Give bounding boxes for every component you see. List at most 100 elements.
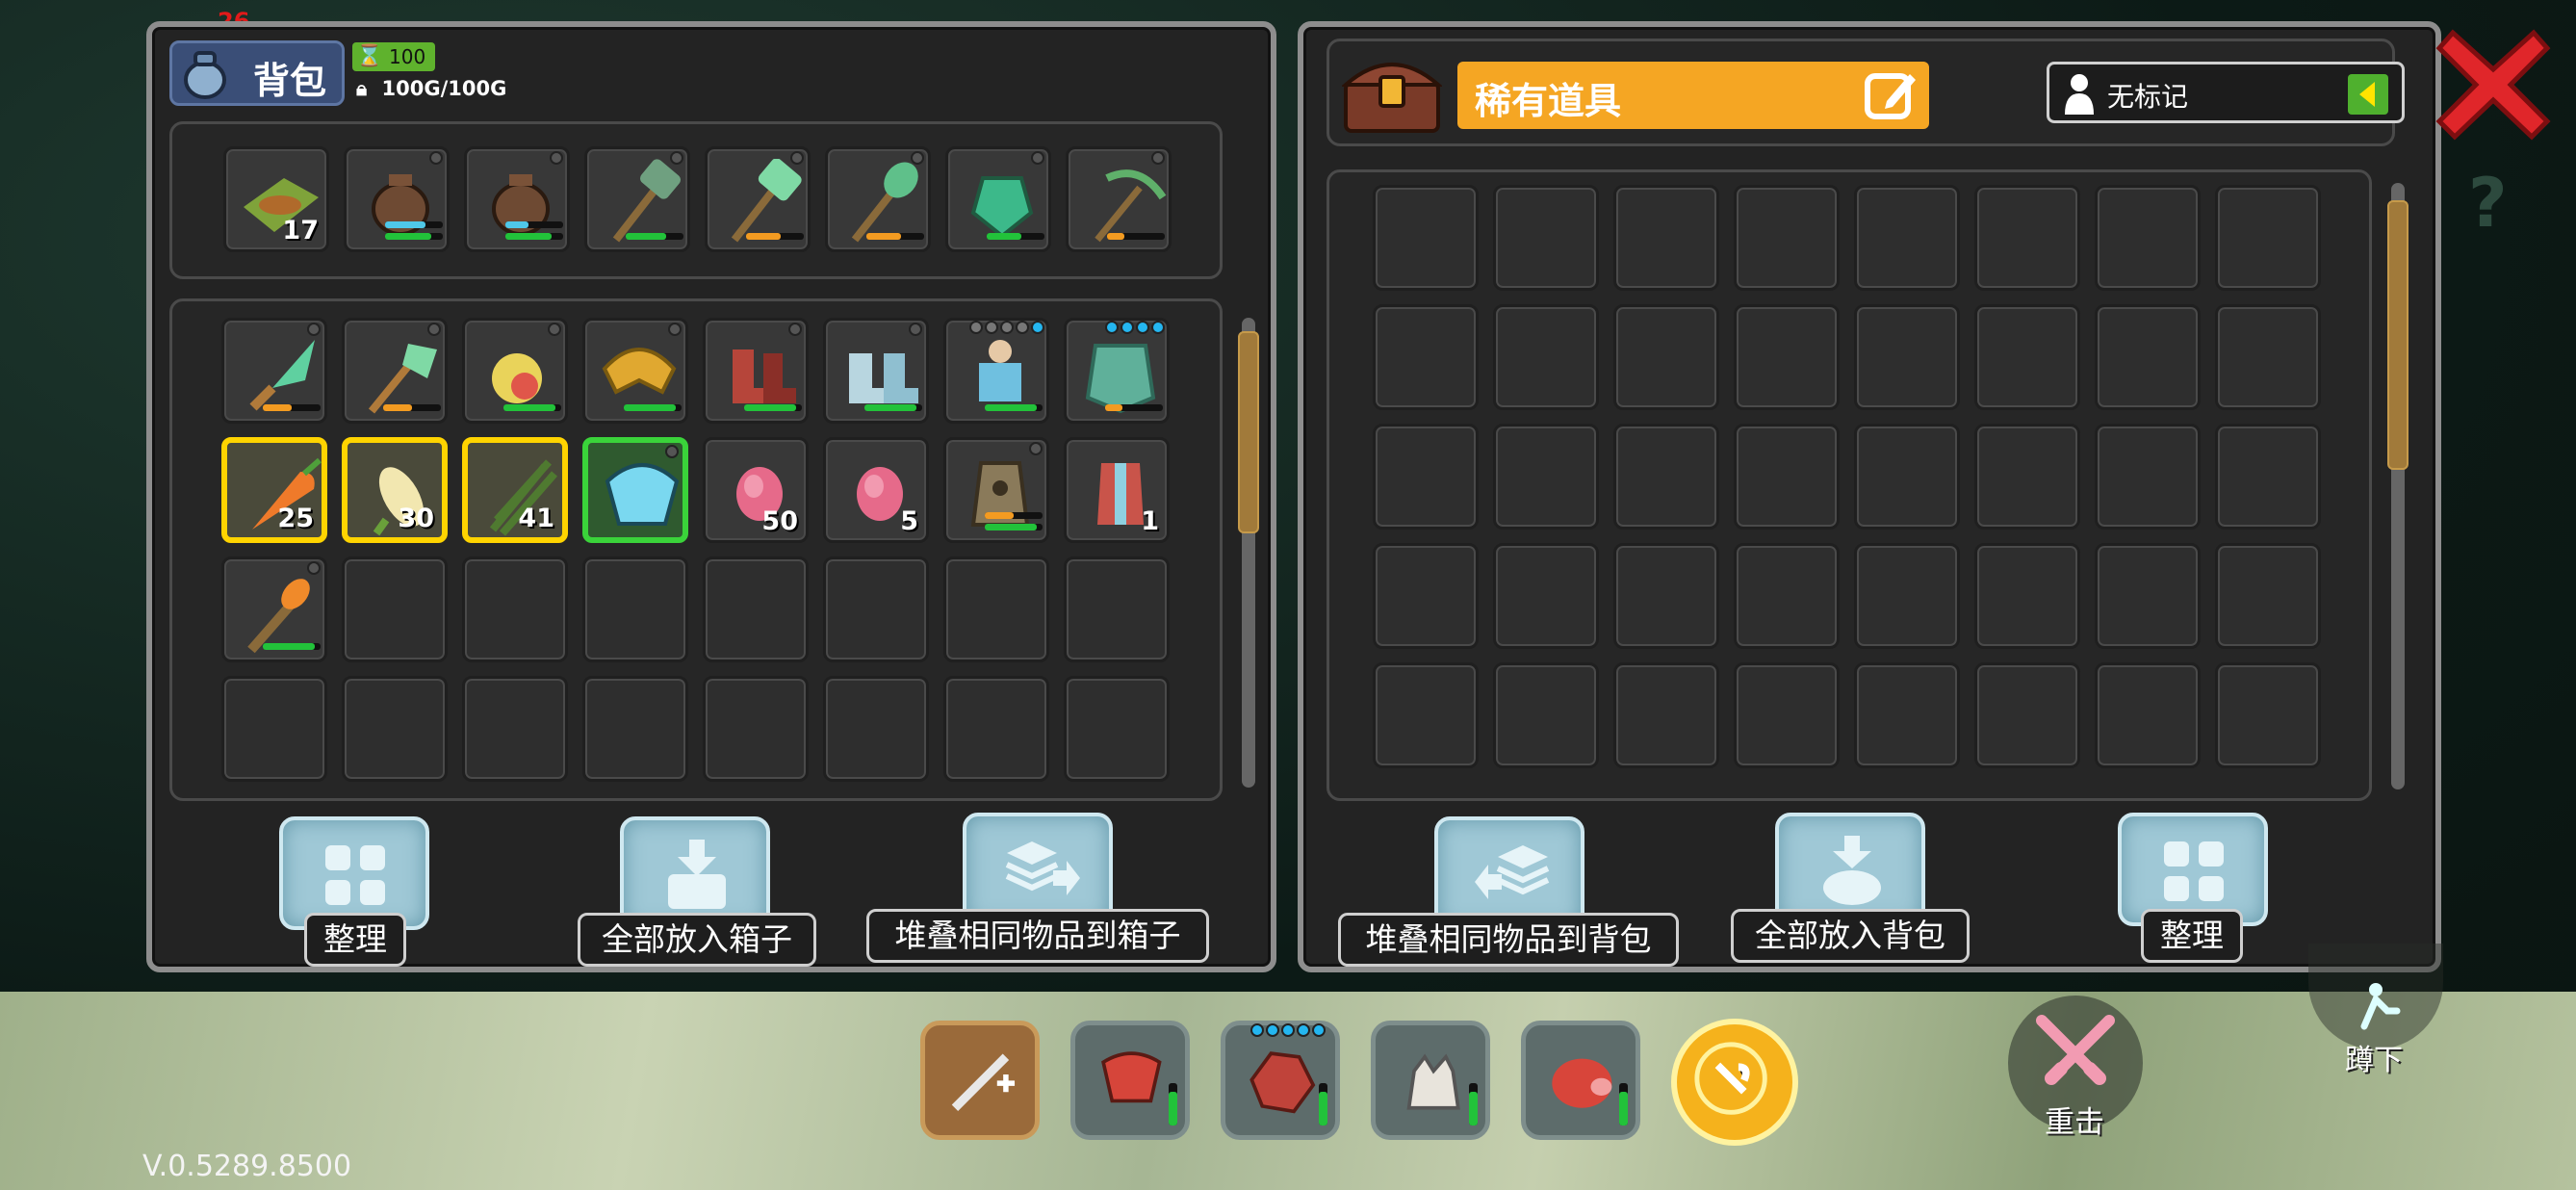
chest-slot[interactable]	[1854, 424, 1960, 530]
chest-slot[interactable]	[1974, 543, 2080, 649]
inventory-slot[interactable]	[582, 556, 688, 662]
chest-slot[interactable]	[1373, 185, 1479, 291]
chest-slot[interactable]	[2095, 543, 2201, 649]
inventory-slot[interactable]	[943, 676, 1049, 782]
inventory-slot[interactable]	[462, 556, 568, 662]
inventory-slot[interactable]	[823, 676, 929, 782]
inventory-slot[interactable]	[462, 676, 568, 782]
inventory-slot[interactable]	[823, 318, 929, 424]
inventory-slot[interactable]	[344, 146, 450, 252]
chest-slot[interactable]	[1854, 543, 1960, 649]
stack-to-chest-label[interactable]: 堆叠相同物品到箱子	[866, 909, 1209, 963]
chest-slot[interactable]	[1854, 662, 1960, 768]
inventory-slot[interactable]	[462, 318, 568, 424]
edit-icon[interactable]	[1864, 68, 1918, 122]
chest-slot[interactable]	[1974, 185, 2080, 291]
chest-slot[interactable]	[1493, 662, 1599, 768]
stack-to-bag-label[interactable]: 堆叠相同物品到背包	[1338, 913, 1679, 967]
chest-slot[interactable]	[1613, 185, 1719, 291]
chest-slot[interactable]	[1373, 543, 1479, 649]
inventory-slot[interactable]	[1064, 556, 1170, 662]
chest-slot[interactable]	[1613, 424, 1719, 530]
chest-slot[interactable]	[2215, 185, 2321, 291]
scrollbar-thumb[interactable]	[1238, 331, 1259, 533]
chest-slot[interactable]	[2095, 662, 2201, 768]
chest-slot[interactable]	[1493, 424, 1599, 530]
inventory-slot[interactable]	[705, 146, 811, 252]
inventory-slot[interactable]	[1064, 676, 1170, 782]
hotbar-slot[interactable]	[1521, 1021, 1640, 1140]
chest-slot[interactable]	[2215, 424, 2321, 530]
chest-slot[interactable]	[2095, 185, 2201, 291]
inventory-slot[interactable]	[342, 318, 448, 424]
inventory-slot[interactable]	[1066, 146, 1172, 252]
inventory-slot[interactable]: 1	[1064, 437, 1170, 543]
take-all-label[interactable]: 全部放入背包	[1731, 909, 1970, 963]
inventory-slot[interactable]	[584, 146, 690, 252]
chest-slot[interactable]	[1613, 304, 1719, 410]
inventory-slot[interactable]: 50	[703, 437, 809, 543]
inventory-slot[interactable]	[943, 556, 1049, 662]
help-icon[interactable]: ?	[2468, 164, 2508, 243]
inventory-slot[interactable]: 17	[223, 146, 329, 252]
chest-slot[interactable]	[1734, 304, 1840, 410]
chest-slot[interactable]	[1373, 304, 1479, 410]
inventory-slot[interactable]	[221, 676, 327, 782]
chest-slot[interactable]	[1493, 304, 1599, 410]
chest-slot[interactable]	[1854, 185, 1960, 291]
chest-slot[interactable]	[2215, 662, 2321, 768]
chest-scrollbar[interactable]	[2387, 183, 2409, 789]
marker-dropdown-button[interactable]	[2348, 74, 2388, 115]
inventory-slot[interactable]: 25	[221, 437, 327, 543]
deposit-all-label[interactable]: 全部放入箱子	[578, 913, 816, 967]
chest-slot[interactable]	[2215, 304, 2321, 410]
inventory-slot[interactable]	[582, 437, 688, 543]
chest-slot[interactable]	[1613, 543, 1719, 649]
inventory-slot[interactable]: 41	[462, 437, 568, 543]
hotbar-slot[interactable]	[1070, 1021, 1190, 1140]
inventory-slot[interactable]	[703, 556, 809, 662]
inventory-slot[interactable]	[582, 676, 688, 782]
chest-title-field[interactable]: 稀有道具	[1457, 62, 1929, 129]
inventory-slot[interactable]: 5	[823, 437, 929, 543]
inventory-slot[interactable]	[342, 556, 448, 662]
inventory-slot[interactable]	[703, 318, 809, 424]
chest-slot[interactable]	[2095, 304, 2201, 410]
chest-slot[interactable]	[1974, 304, 2080, 410]
sort-chest-label[interactable]: 整理	[2141, 909, 2243, 963]
chest-slot[interactable]	[2095, 424, 2201, 530]
close-icon[interactable]	[2435, 27, 2551, 142]
chest-slot[interactable]	[1373, 662, 1479, 768]
inventory-slot[interactable]	[823, 556, 929, 662]
chest-slot[interactable]	[1734, 424, 1840, 530]
chest-slot[interactable]	[1613, 662, 1719, 768]
chest-slot[interactable]	[1974, 662, 2080, 768]
inventory-slot[interactable]	[943, 318, 1049, 424]
chest-slot[interactable]	[1854, 304, 1960, 410]
chest-slot[interactable]	[1493, 185, 1599, 291]
hotbar-slot[interactable]	[920, 1021, 1040, 1140]
hotbar-slot[interactable]	[1371, 1021, 1490, 1140]
chest-slot[interactable]	[2215, 543, 2321, 649]
inventory-slot[interactable]	[221, 318, 327, 424]
chest-slot[interactable]	[1373, 424, 1479, 530]
inventory-slot[interactable]	[825, 146, 931, 252]
inventory-slot[interactable]	[943, 437, 1049, 543]
chest-slot[interactable]	[1734, 185, 1840, 291]
inventory-slot[interactable]	[703, 676, 809, 782]
inventory-slot[interactable]	[221, 556, 327, 662]
inventory-slot[interactable]	[342, 676, 448, 782]
chest-slot[interactable]	[1734, 662, 1840, 768]
inventory-slot[interactable]	[582, 318, 688, 424]
marker-selector[interactable]: 无标记	[2047, 62, 2405, 123]
chest-slot[interactable]	[1974, 424, 2080, 530]
chest-scrollbar-thumb[interactable]	[2387, 200, 2409, 470]
inventory-scrollbar[interactable]	[1238, 318, 1259, 788]
hotbar-slot[interactable]	[1221, 1021, 1340, 1140]
special-skill-button[interactable]	[1671, 1019, 1798, 1146]
chest-slot[interactable]	[1493, 543, 1599, 649]
inventory-slot[interactable]: 30	[342, 437, 448, 543]
inventory-slot[interactable]	[1064, 318, 1170, 424]
sort-backpack-label[interactable]: 整理	[304, 913, 406, 967]
inventory-slot[interactable]	[945, 146, 1051, 252]
